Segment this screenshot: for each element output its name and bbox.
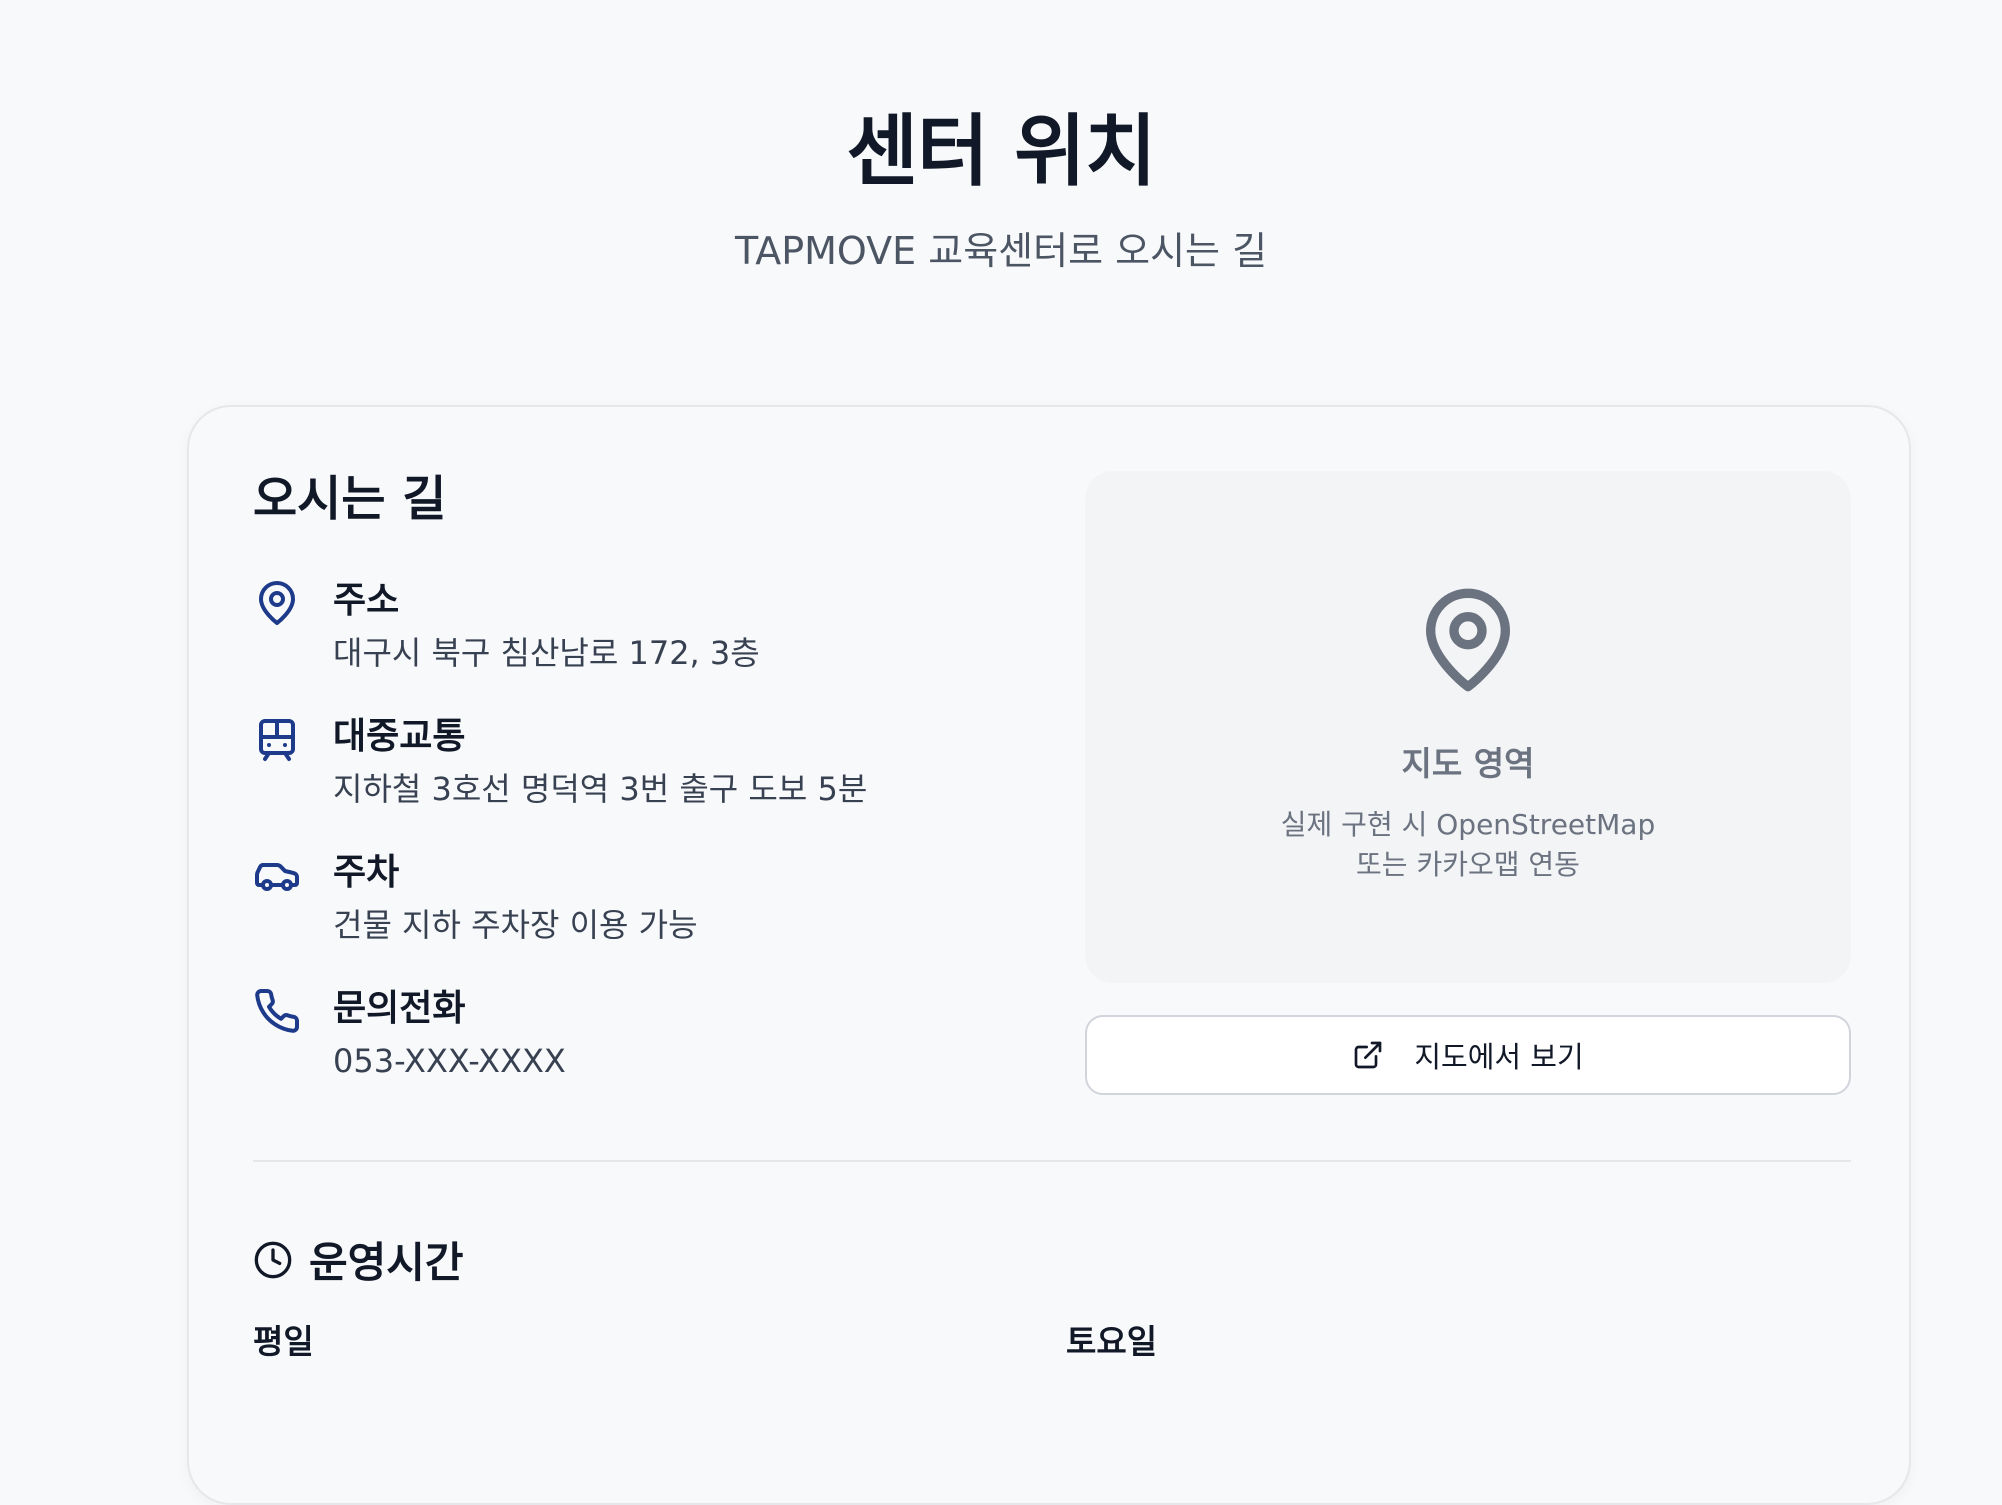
map-placeholder: 지도 영역 실제 구현 시 OpenStreetMap 또는 카카오맵 연동 — [1085, 471, 1851, 983]
address-value: 대구시 북구 침산남로 172, 3층 — [333, 634, 760, 672]
phone-value: 053-XXX-XXXX — [333, 1042, 566, 1080]
map-title: 지도 영역 — [1401, 744, 1535, 783]
clock-icon — [254, 1241, 292, 1278]
hours-header: 운영시간 — [253, 1229, 464, 1290]
transit-value: 지하철 3호선 명덕역 3번 출구 도보 5분 — [333, 770, 868, 808]
directions-section: 오시는 길 주소 대구시 북구 침산남로 172, 3층 대중교통 지하철 3호… — [253, 471, 1013, 1080]
saturday-label: 토요일 — [1066, 1322, 1158, 1361]
page-header: 센터 위치 TAPMOVE 교육센터로 오시는 길 — [0, 0, 2002, 274]
hours-title: 운영시간 — [309, 1238, 464, 1287]
parking-value: 건물 지하 주차장 이용 가능 — [333, 906, 698, 944]
page-title: 센터 위치 — [846, 107, 1156, 197]
parking-label: 주차 — [333, 852, 400, 893]
train-icon — [253, 715, 301, 763]
car-icon — [253, 851, 301, 899]
transit-label: 대중교통 — [333, 716, 466, 757]
weekday-label: 평일 — [253, 1322, 314, 1361]
directions-title: 오시는 길 — [253, 471, 447, 527]
view-map-button-label: 지도에서 보기 — [1414, 1040, 1584, 1074]
external-link-icon — [1355, 1041, 1382, 1069]
section-divider — [253, 1160, 1851, 1162]
phone-label: 문의전화 — [333, 988, 466, 1029]
map-pin-icon — [1426, 588, 1510, 692]
map-description-line2: 또는 카카오맵 연동 — [1356, 848, 1580, 881]
phone-icon — [253, 987, 301, 1035]
view-map-button[interactable]: 지도에서 보기 — [1085, 1015, 1851, 1095]
location-card: 오시는 길 주소 대구시 북구 침산남로 172, 3층 대중교통 지하철 3호… — [187, 405, 1911, 1505]
page-subtitle: TAPMOVE 교육센터로 오시는 길 — [734, 229, 1268, 273]
address-label: 주소 — [333, 580, 400, 621]
map-description-line1: 실제 구현 시 OpenStreetMap — [1280, 808, 1656, 841]
map-pin-icon — [253, 579, 301, 627]
